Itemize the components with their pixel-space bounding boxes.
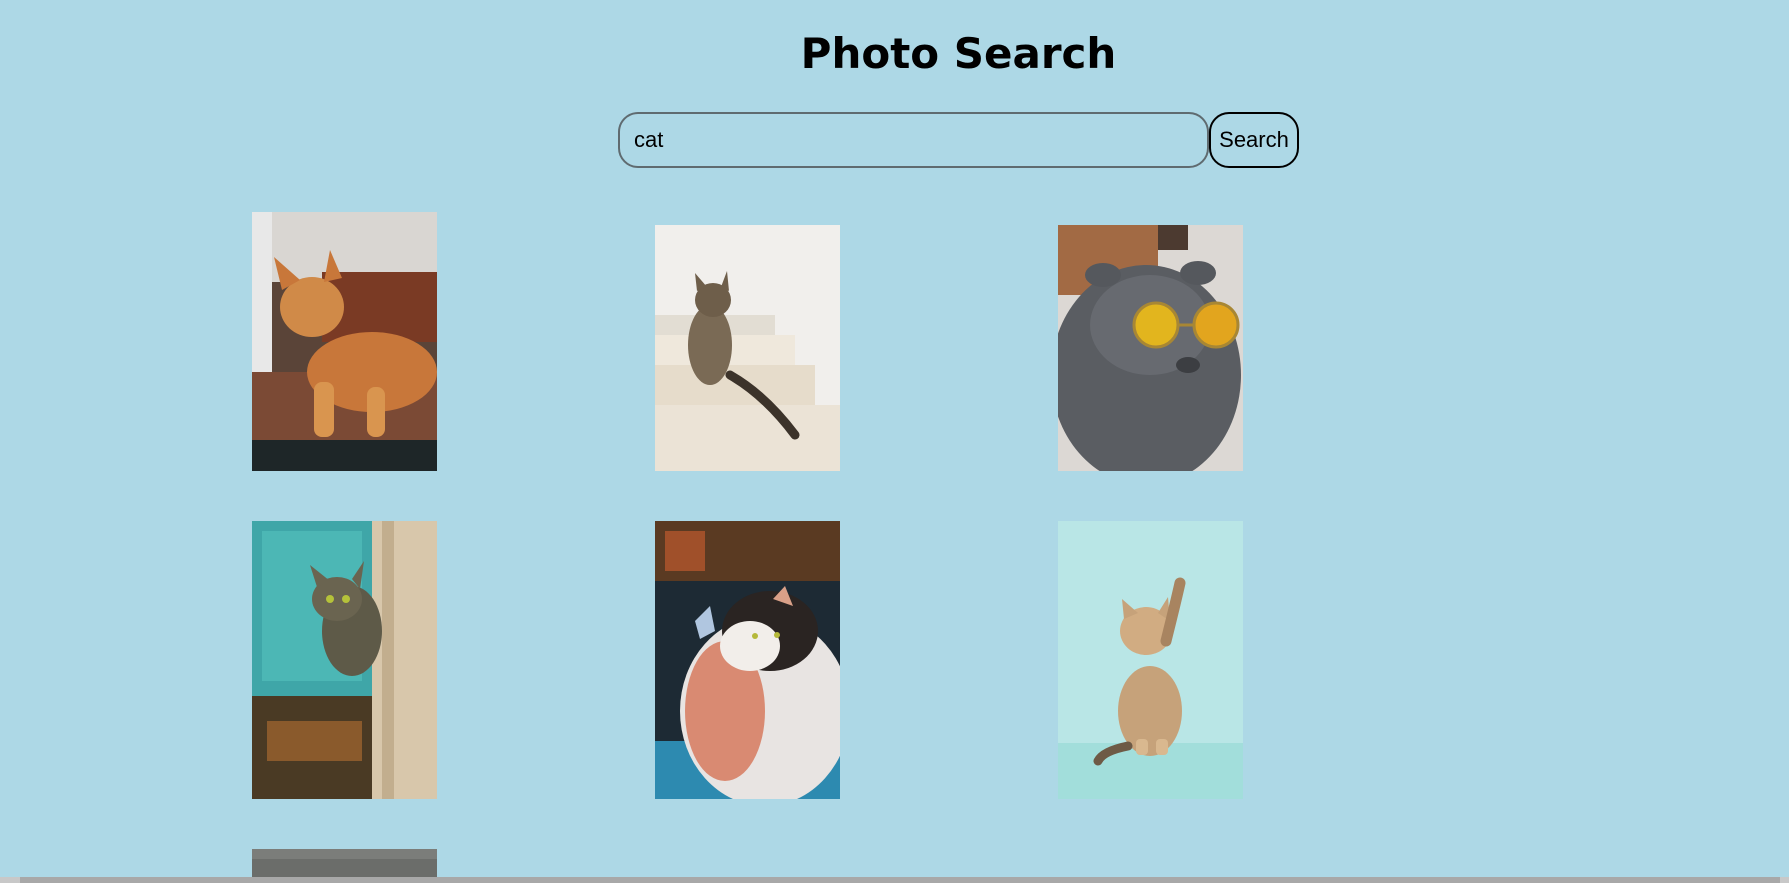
photo-image — [1058, 521, 1243, 799]
photo-image — [655, 521, 840, 799]
result-photo[interactable] — [252, 521, 437, 799]
search-bar: Search — [618, 112, 1299, 168]
scrollbar-thumb[interactable] — [20, 877, 1780, 883]
result-photo[interactable] — [655, 521, 840, 799]
page-title: Photo Search — [800, 29, 1117, 78]
result-photo[interactable] — [252, 849, 437, 877]
photo-image — [655, 225, 840, 471]
horizontal-scrollbar[interactable] — [0, 877, 1789, 883]
result-photo[interactable] — [1058, 521, 1243, 799]
photo-image — [1058, 225, 1243, 471]
result-photo[interactable] — [252, 212, 437, 471]
search-button[interactable]: Search — [1209, 112, 1299, 168]
photo-image — [252, 521, 437, 799]
photo-image — [252, 849, 437, 877]
search-input[interactable] — [618, 112, 1209, 168]
result-photo[interactable] — [655, 225, 840, 471]
photo-image — [252, 212, 437, 471]
result-photo[interactable] — [1058, 225, 1243, 471]
